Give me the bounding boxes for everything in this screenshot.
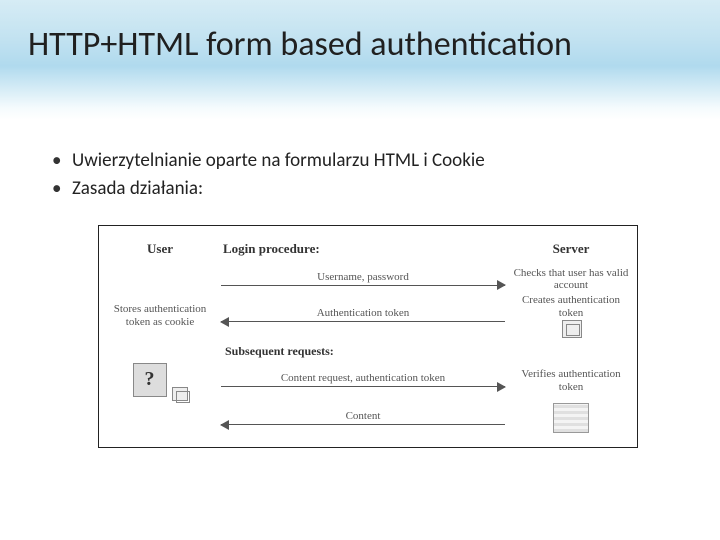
arrow-caption: Username, password xyxy=(215,271,511,283)
slide: HTTP+HTML form based authentication Uwie… xyxy=(0,0,720,540)
unknown-user-icon xyxy=(133,363,167,397)
arrow-caption: Content request, authentication token xyxy=(215,372,511,384)
slide-body: Uwierzytelnianie oparte na formularzu HT… xyxy=(0,120,720,448)
step-1: Username, password Checks that user has … xyxy=(105,264,631,294)
diagram-header-row: User Login procedure: Server xyxy=(105,234,631,264)
content-icon xyxy=(553,403,589,433)
auth-diagram: User Login procedure: Server Username, p… xyxy=(105,234,631,437)
header-user: User xyxy=(105,241,215,257)
header-login: Login procedure: xyxy=(215,241,511,257)
arrow-caption: Content xyxy=(215,410,511,422)
slide-title: HTTP+HTML form based authentication xyxy=(28,24,692,65)
arrow-left-icon xyxy=(221,321,505,322)
arrow-caption: Authentication token xyxy=(215,307,511,319)
server-note: Verifies authentication token xyxy=(511,368,631,393)
arrow-right-icon xyxy=(221,386,505,387)
cookie-icon xyxy=(172,387,188,401)
slide-header: HTTP+HTML form based authentication xyxy=(0,0,720,120)
server-note: Creates authentication token xyxy=(511,294,631,319)
diagram-container: User Login procedure: Server Username, p… xyxy=(98,225,638,448)
server-note: Checks that user has valid account xyxy=(511,267,631,292)
user-note: Stores authentication token as cookie xyxy=(105,303,215,328)
step-2: Stores authentication token as cookie Au… xyxy=(105,294,631,337)
step-4: Content xyxy=(105,401,631,437)
bullet-item: Uwierzytelnianie oparte na formularzu HT… xyxy=(52,148,684,174)
arrow-right-icon xyxy=(221,285,505,286)
arrow-left-icon xyxy=(221,424,505,425)
bullet-list: Uwierzytelnianie oparte na formularzu HT… xyxy=(52,148,684,201)
header-server: Server xyxy=(511,241,631,257)
bullet-item: Zasada działania: xyxy=(52,176,684,202)
step-3: Content request, authentication token Ve… xyxy=(105,361,631,401)
header-subsequent: Subsequent requests: xyxy=(105,344,631,359)
token-icon xyxy=(562,320,582,338)
